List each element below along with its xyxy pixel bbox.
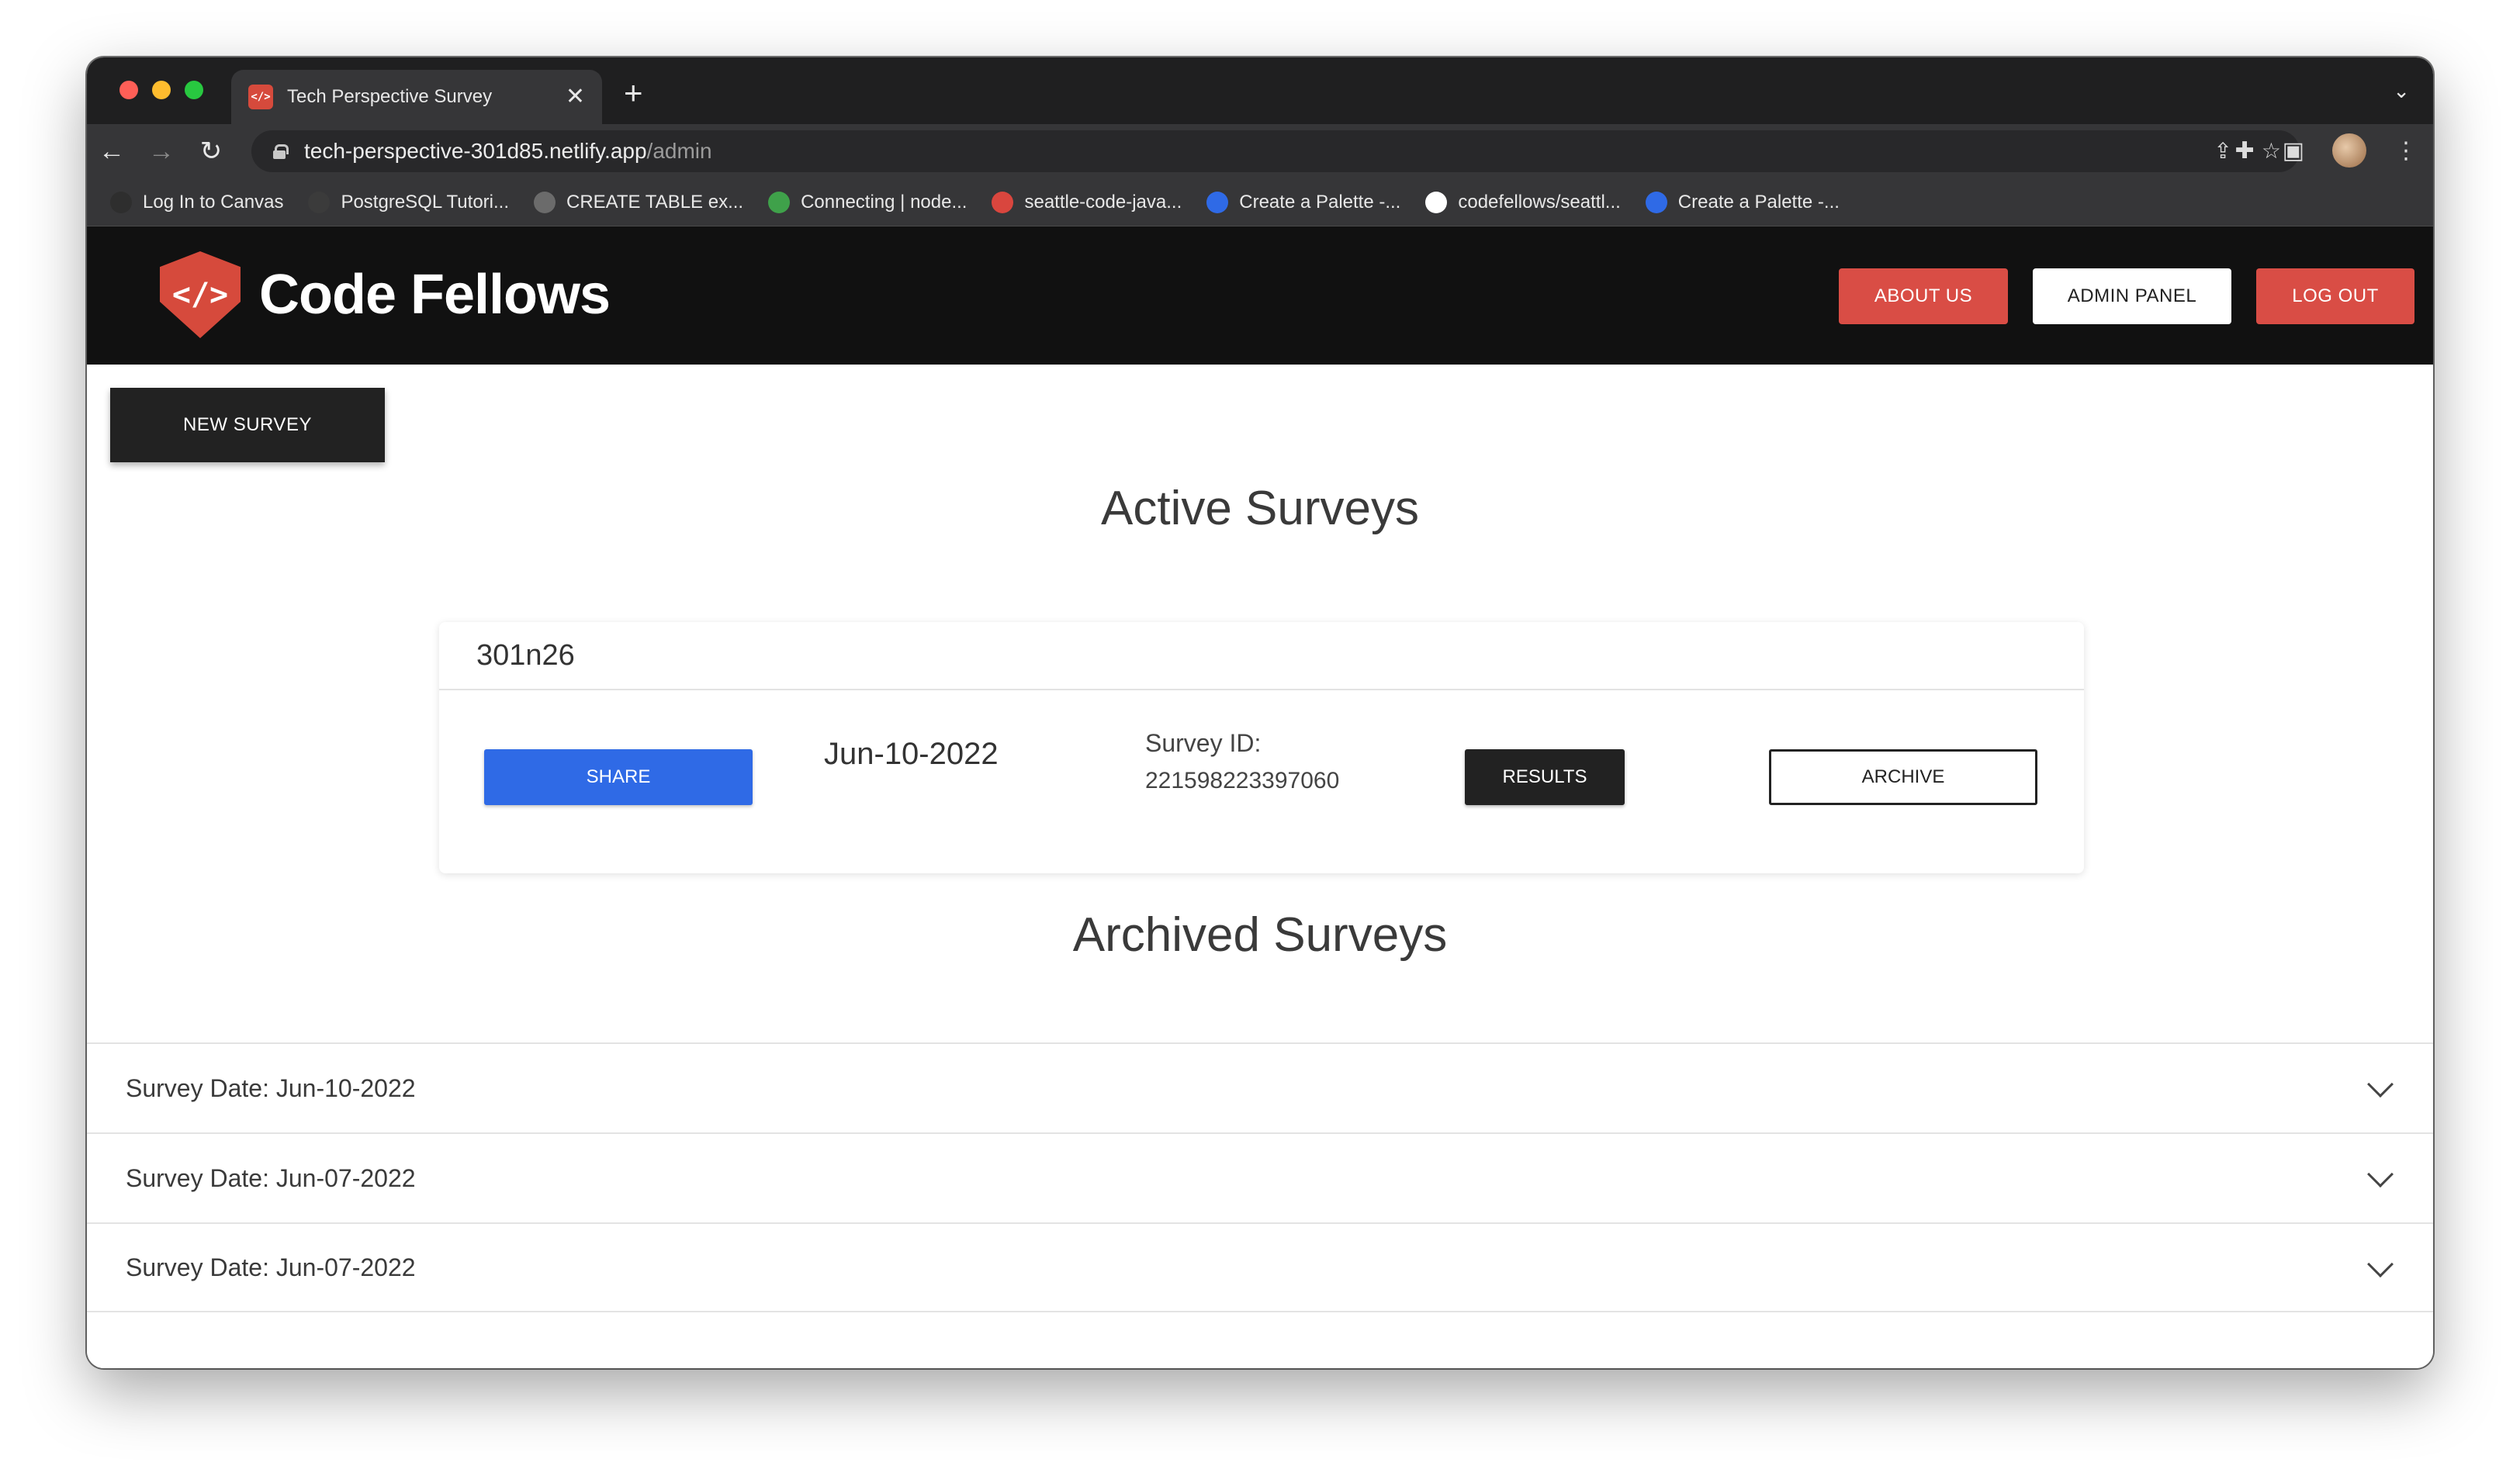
survey-name: 301n26 [439,622,2084,690]
archived-survey-row[interactable]: Survey Date: Jun-07-2022 [87,1222,2433,1312]
admin-panel-button[interactable]: ADMIN PANEL [2033,268,2231,324]
admin-page: NEW SURVEY Active Surveys 301n26 SHARE J… [87,365,2433,1368]
new-survey-button[interactable]: NEW SURVEY [110,388,385,462]
archived-surveys-heading: Archived Surveys [1072,908,1448,962]
palette-icon [1645,191,1667,213]
maximize-window-button[interactable] [185,81,203,99]
globe-icon [534,191,556,213]
bookmark-label: Connecting | node... [801,191,968,213]
bookmark-item[interactable]: Create a Palette -... [1645,191,1840,213]
share-page-icon[interactable]: ⇪ [2214,138,2231,164]
back-arrow-icon[interactable]: ← [87,137,137,167]
bookmark-label: Log In to Canvas [143,191,284,213]
close-window-button[interactable] [119,81,138,99]
palette-icon [1206,191,1229,213]
bookmark-item[interactable]: Connecting | node... [768,191,968,213]
about-us-button[interactable]: ABOUT US [1839,268,2008,324]
postgres-icon [308,191,331,213]
bookmark-item[interactable]: seattle-code-java... [992,191,1182,213]
archived-surveys-accordion: Survey Date: Jun-10-2022 Survey Date: Ju… [87,1042,2433,1312]
minimize-window-button[interactable] [152,81,171,99]
browser-window: </> Tech Perspective Survey ✕ + ⌄ ← → ↻ … [87,57,2433,1368]
chevron-down-icon[interactable] [2367,1251,2394,1277]
address-bar[interactable]: tech-perspective-301d85.netlify.app /adm… [251,130,2300,172]
archived-survey-row[interactable]: Survey Date: Jun-07-2022 [87,1132,2433,1222]
bookmark-label: seattle-code-java... [1024,191,1182,213]
window-controls [119,81,203,99]
browser-toolbar: ← → ↻ tech-perspective-301d85.netlify.ap… [87,124,2433,178]
logo-text: Code Fellows [259,264,611,326]
lock-icon [273,144,289,159]
bookmark-label: Create a Palette -... [1239,191,1401,213]
active-surveys-heading: Active Surveys [1100,482,1420,535]
new-tab-button[interactable]: + [624,74,643,112]
archived-survey-label: Survey Date: Jun-07-2022 [126,1253,416,1281]
github-icon [1425,191,1448,213]
log-out-button[interactable]: LOG OUT [2256,268,2414,324]
bookmark-item[interactable]: Create a Palette -... [1206,191,1401,213]
java-icon [992,191,1014,213]
archived-survey-label: Survey Date: Jun-07-2022 [126,1163,416,1192]
archived-survey-row[interactable]: Survey Date: Jun-10-2022 [87,1042,2433,1132]
site-header: </> Code Fellows ABOUT US ADMIN PANEL LO… [87,226,2433,365]
tab-search-chevron-icon[interactable]: ⌄ [2393,79,2410,103]
shield-code-icon: </> [160,251,241,338]
bookmark-label: codefellows/seattl... [1458,191,1621,213]
bookmark-item[interactable]: Log In to Canvas [110,191,284,213]
chevron-down-icon[interactable] [2367,1071,2394,1098]
bookmark-item[interactable]: PostgreSQL Tutori... [308,191,509,213]
results-button[interactable]: RESULTS [1465,749,1625,805]
url-path: /admin [646,139,712,163]
tab-title: Tech Perspective Survey [287,86,493,107]
bookmark-label: CREATE TABLE ex... [566,191,744,213]
tab-strip: </> Tech Perspective Survey ✕ + ⌄ [87,57,2433,124]
browser-tab[interactable]: </> Tech Perspective Survey ✕ [231,70,602,124]
canvas-icon [110,191,132,213]
archived-survey-label: Survey Date: Jun-10-2022 [126,1073,416,1102]
active-survey-card: 301n26 SHARE Jun-10-2022 Survey ID: 2215… [439,622,2084,873]
reload-icon[interactable]: ↻ [186,136,236,167]
survey-id-label: Survey ID: [1145,729,1262,757]
chevron-down-icon[interactable] [2367,1161,2394,1187]
bookmark-item[interactable]: CREATE TABLE ex... [534,191,744,213]
bookmark-item[interactable]: codefellows/seattl... [1425,191,1621,213]
browser-menu-icon[interactable]: ⋮ [2394,137,2418,164]
url-host: tech-perspective-301d85.netlify.app [304,139,647,163]
forward-arrow-icon[interactable]: → [137,137,186,167]
node-icon [768,191,791,213]
share-button[interactable]: SHARE [484,749,753,805]
code-fellows-favicon-icon: </> [248,85,273,109]
bookmark-label: Create a Palette -... [1677,191,1840,213]
bookmarks-bar: Log In to Canvas PostgreSQL Tutori... CREA… [87,178,2433,226]
extensions-puzzle-icon[interactable]: ✚ [2235,137,2255,164]
profile-avatar[interactable] [2332,133,2366,168]
close-tab-icon[interactable]: ✕ [566,85,585,109]
survey-date: Jun-10-2022 [824,737,999,771]
side-panel-icon[interactable]: ▣ [2283,137,2304,164]
code-fellows-logo[interactable]: </> Code Fellows [160,251,611,338]
archive-button[interactable]: ARCHIVE [1769,749,2037,805]
bookmark-label: PostgreSQL Tutori... [341,191,509,213]
survey-id-value: 221598223397060 [1145,768,1340,793]
